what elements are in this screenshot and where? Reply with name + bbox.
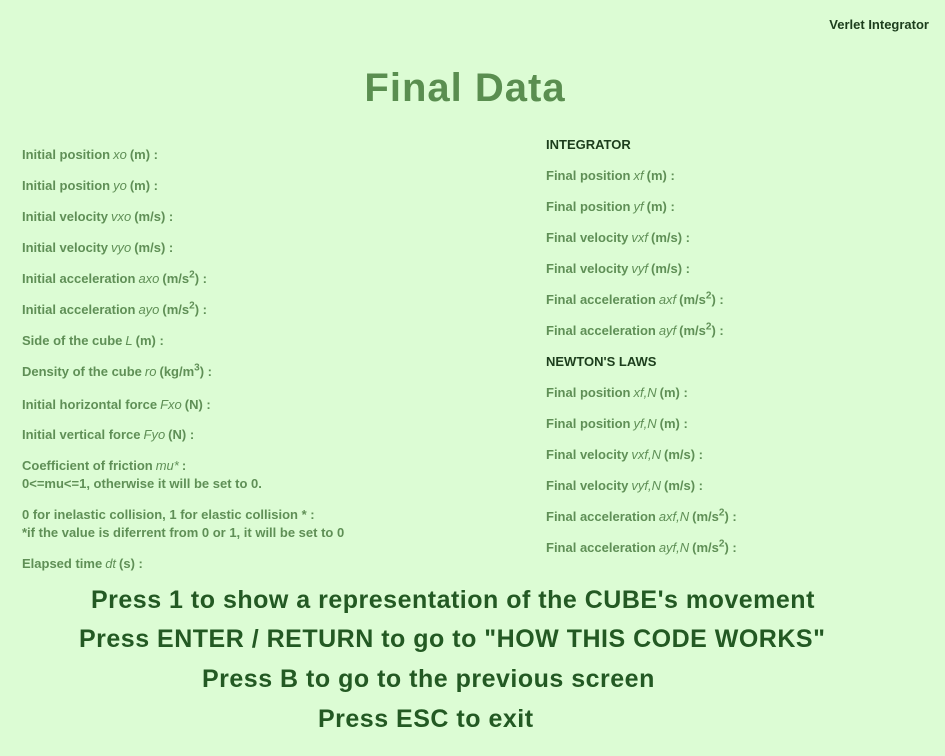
page-title: Final Data [364,66,566,110]
instruction-previous-screen: Press B to go to the previous screen [202,665,655,693]
field-initial-vertical-force: Initial vertical force Fyo (N) : [22,427,195,442]
field-initial-acceleration-y: Initial acceleration ayo (m/s2) : [22,300,207,317]
collision-note: *if the value is diferrent from 0 or 1, … [22,525,345,540]
field-initial-horizontal-force: Initial horizontal force Fxo (N) : [22,397,211,412]
field-cube-density: Density of the cube ro (kg/m3) : [22,362,212,379]
instruction-how-it-works: Press ENTER / RETURN to go to "HOW THIS … [79,625,826,653]
app-label: Verlet Integrator [829,17,929,32]
field-final-position-y: Final position yf (m) : [546,199,675,214]
field-newton-acceleration-x: Final acceleration axf,N (m/s2) : [546,507,737,524]
instruction-exit: Press ESC to exit [318,705,534,733]
field-collision-type: 0 for inelastic collision, 1 for elastic… [22,507,345,540]
integrator-heading: INTEGRATOR [546,137,631,152]
field-initial-position-y: Initial position yo (m) : [22,178,159,193]
friction-note: 0<=mu<=1, otherwise it will be set to 0. [22,476,262,491]
field-newton-velocity-x: Final velocity vxf,N (m/s) : [546,447,703,462]
field-friction-coefficient: Coefficient of friction mu*: 0<=mu<=1, ot… [22,458,262,491]
field-final-velocity-x: Final velocity vxf (m/s) : [546,230,690,245]
field-final-acceleration-y: Final acceleration ayf (m/s2) : [546,321,724,338]
field-cube-side: Side of the cube L (m) : [22,333,164,348]
field-newton-velocity-y: Final velocity vyf,N (m/s) : [546,478,703,493]
field-initial-velocity-x: Initial velocity vxo (m/s) : [22,209,174,224]
field-elapsed-time: Elapsed time dt (s) : [22,556,143,571]
field-newton-position-y: Final position yf,N (m) : [546,416,688,431]
field-initial-velocity-y: Initial velocity vyo (m/s) : [22,240,174,255]
newton-heading: NEWTON'S LAWS [546,354,657,369]
instruction-show-cube: Press 1 to show a representation of the … [91,586,815,614]
field-final-velocity-y: Final velocity vyf (m/s) : [546,261,690,276]
field-newton-position-x: Final position xf,N (m) : [546,385,688,400]
field-newton-acceleration-y: Final acceleration ayf,N (m/s2) : [546,538,737,555]
field-initial-acceleration-x: Initial acceleration axo (m/s2) : [22,269,207,286]
field-final-position-x: Final position xf (m) : [546,168,675,183]
field-final-acceleration-x: Final acceleration axf (m/s2) : [546,290,724,307]
field-initial-position-x: Initial position xo (m) : [22,147,159,162]
